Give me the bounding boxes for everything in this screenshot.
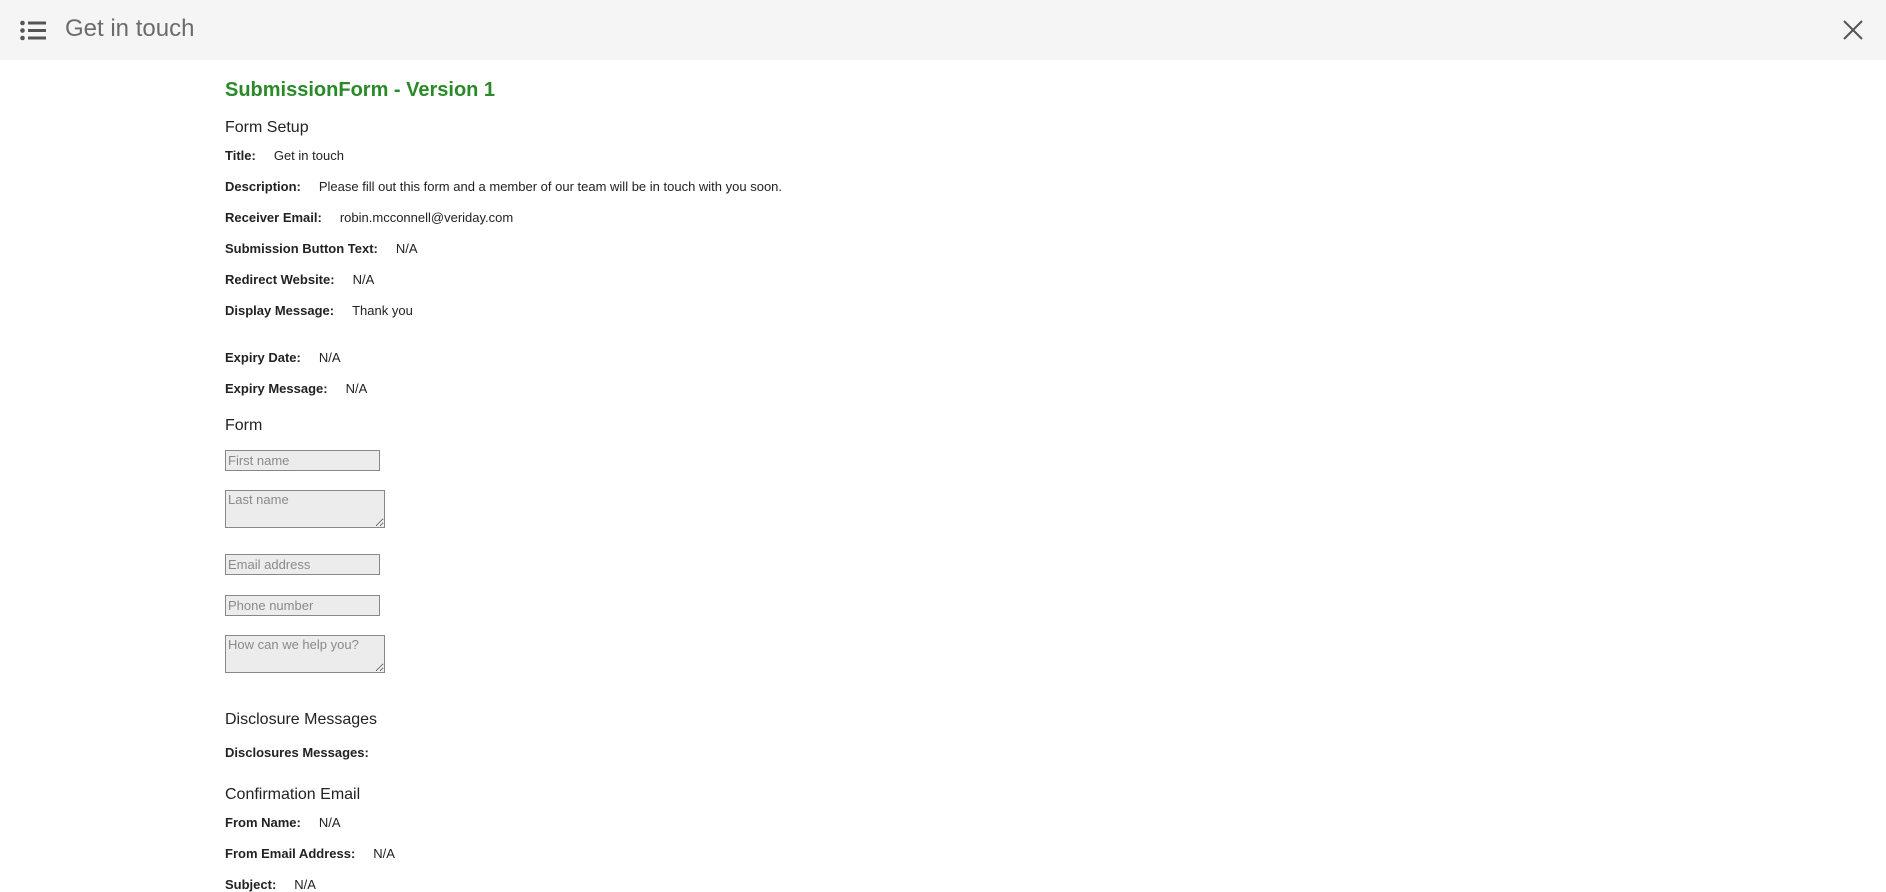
row-label: Expiry Date:	[225, 350, 301, 365]
confirmation-heading: Confirmation Email	[225, 786, 361, 803]
top-bar: Get in touch	[0, 0, 1886, 60]
row-value: N/A	[352, 272, 375, 287]
row-value: Please fill out this form and a member o…	[318, 179, 783, 194]
row-value: robin.mcconnell@veriday.com	[339, 210, 514, 225]
window-title: Get in touch	[65, 15, 195, 42]
row-value: N/A	[345, 381, 368, 396]
disclosure-heading: Disclosure Messages	[225, 711, 378, 728]
row-label: Expiry Message:	[225, 381, 328, 396]
row-label: Redirect Website:	[225, 272, 335, 287]
page-title: SubmissionForm - Version 1	[225, 79, 496, 101]
setup-row-redirect-website: Redirect Website: N/A	[225, 272, 374, 287]
phone-number-input[interactable]	[225, 595, 380, 616]
close-icon[interactable]	[1842, 19, 1864, 41]
row-label: From Email Address:	[225, 846, 356, 861]
row-value: Get in touch	[273, 148, 344, 163]
setup-row-display-message: Display Message: Thank you	[225, 303, 413, 318]
setup-row-submission-button-text: Submission Button Text: N/A	[225, 241, 418, 256]
row-label: Submission Button Text:	[225, 241, 378, 256]
form-heading: Form	[225, 417, 263, 434]
row-label: Display Message:	[225, 303, 335, 318]
row-value: Thank you	[352, 303, 413, 318]
form-setup-heading: Form Setup	[225, 119, 309, 136]
row-value: N/A	[318, 350, 341, 365]
setup-row-title: Title: Get in touch	[225, 148, 344, 163]
setup-row-expiry-date: Expiry Date: N/A	[225, 350, 341, 365]
row-label: Receiver Email:	[225, 210, 322, 225]
help-message-textarea[interactable]	[225, 635, 385, 673]
last-name-textarea[interactable]	[225, 490, 385, 528]
first-name-input[interactable]	[225, 450, 380, 471]
row-value: N/A	[373, 846, 395, 861]
email-address-input[interactable]	[225, 554, 380, 575]
row-value: N/A	[318, 815, 341, 830]
setup-row-expiry-message: Expiry Message: N/A	[225, 381, 367, 396]
setup-row-receiver-email: Receiver Email: robin.mcconnell@veriday.c…	[225, 210, 513, 225]
row-label: From Name:	[225, 815, 301, 830]
confirmation-row-from-email: From Email Address: N/A	[225, 846, 395, 861]
disclosure-row: Disclosures Messages:	[225, 745, 369, 760]
row-label: Disclosures Messages:	[225, 745, 369, 760]
row-value: N/A	[395, 241, 418, 256]
row-label: Title:	[225, 148, 256, 163]
row-label: Description:	[225, 179, 301, 194]
confirmation-row-from-name: From Name: N/A	[225, 815, 341, 830]
list-icon[interactable]	[20, 20, 46, 41]
setup-row-description: Description: Please fill out this form an…	[225, 179, 782, 194]
